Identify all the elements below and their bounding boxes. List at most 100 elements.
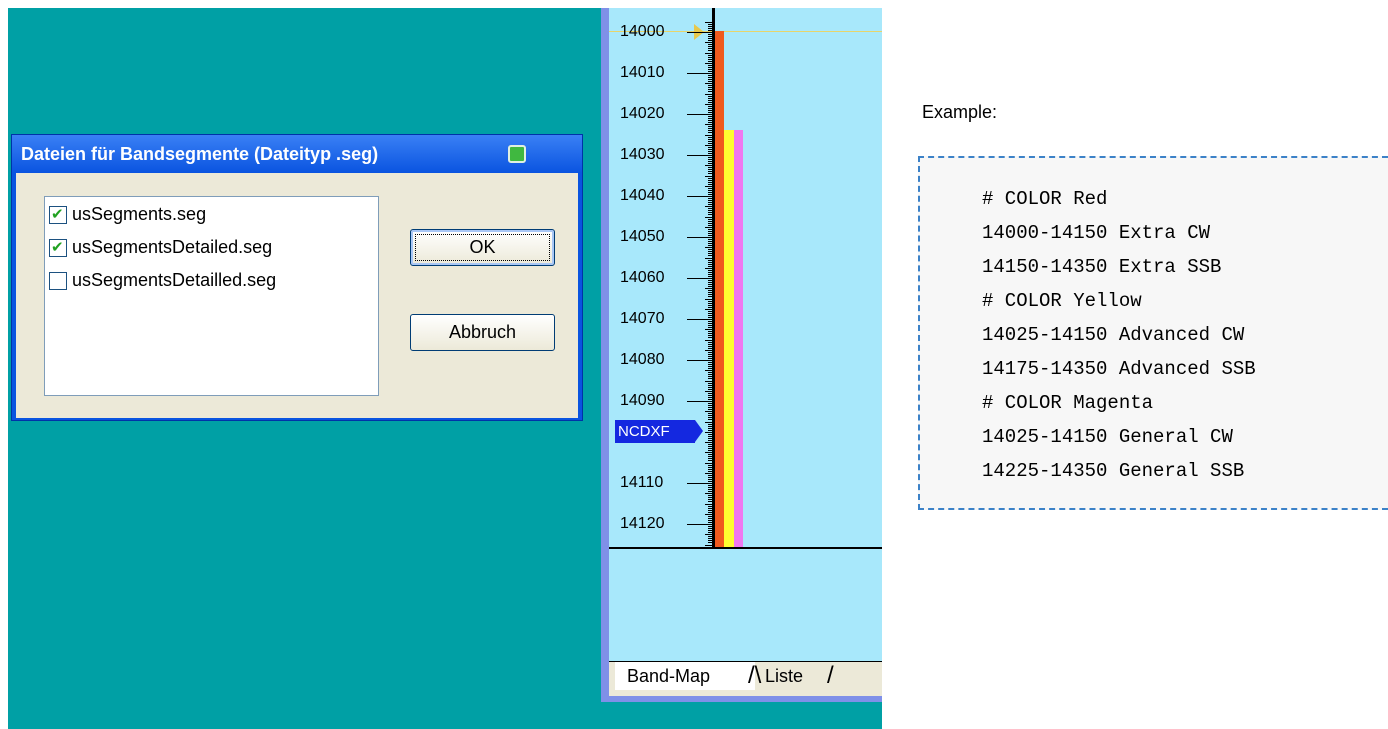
ruler-tick [705,391,712,392]
file-name: usSegmentsDetailed.seg [72,237,273,257]
ok-button[interactable]: OK [410,229,555,266]
spot-ncdxf[interactable]: NCDXF [615,420,703,443]
ruler-tick [705,463,712,464]
file-checkbox[interactable] [49,238,67,257]
ruler-tick [705,83,712,84]
ruler-tick [705,340,712,341]
code-line: 14025-14150 Advanced CW [982,324,1245,346]
ruler-tick [705,186,712,187]
spot-pointer-icon [695,420,703,442]
ruler-tick [705,114,712,115]
code-line: # COLOR Red [982,188,1108,210]
code-line: 14150-14350 Extra SSB [982,256,1222,278]
ruler-tick [705,22,712,23]
ruler-tick [705,534,712,535]
ruler-tick [705,217,712,218]
ruler-tick [705,309,712,310]
code-line: 14025-14150 General CW [982,426,1233,448]
ruler-tick [705,227,712,228]
frequency-label-dash [687,155,705,156]
example-code-box: # COLOR Red 14000-14150 Extra CW 14150-1… [918,156,1388,510]
tab-band-map[interactable]: Band-Map [615,662,755,690]
list-item[interactable]: usSegmentsDetailed.seg [49,236,369,262]
ruler-tick [705,32,712,33]
ruler-tick [705,145,712,146]
ruler-tick [705,452,712,453]
ruler-tick [705,176,712,177]
ruler-tick [705,73,712,74]
cancel-button[interactable]: Abbruch [410,314,555,351]
frequency-label-dash [687,278,705,279]
ruler-tick [705,442,712,443]
code-line: # COLOR Yellow [982,290,1142,312]
code-line: 14000-14150 Extra CW [982,222,1211,244]
ruler-tick [705,370,712,371]
ruler-tick [705,94,712,95]
tab-separator-icon: / [827,662,834,689]
segment-bar-red [715,31,724,547]
ruler-tick [705,329,712,330]
segment-bar-yellow [724,130,734,547]
ruler-tick [705,53,712,54]
code-line: 14225-14350 General SSB [982,460,1245,482]
ruler-tick [705,504,712,505]
file-checkbox[interactable] [49,205,67,224]
code-line: 14175-14350 Advanced SSB [982,358,1256,380]
file-name: usSegments.seg [72,204,207,224]
ruler-tick [705,411,712,412]
frequency-label-dash [687,32,705,33]
dialog-title: Dateien für Bandsegmente (Dateityp .seg) [21,144,379,164]
ruler-tick [705,299,712,300]
ruler-tick [705,42,712,43]
bandmap-lower-pane [609,549,882,661]
frequency-label-dash [687,360,705,361]
list-item[interactable]: usSegments.seg [49,203,369,229]
frequency-label-dash [687,114,705,115]
ruler-tick [705,135,712,136]
ruler-tick [705,524,712,525]
bandmap-canvas[interactable]: 14000 14010 14020 14030 14040 14050 14060 14070… [609,8,882,547]
ruler-tick [705,381,712,382]
ruler-tick [705,237,712,238]
ruler-tick [705,360,712,361]
dialog-titlebar[interactable]: Dateien für Bandsegmente (Dateityp .seg) [12,135,582,173]
file-checkbox[interactable] [49,272,67,290]
ruler-tick [705,278,712,279]
dialog-body: usSegments.seg usSegmentsDetailed.seg us… [16,173,578,418]
ruler-tick [705,206,712,207]
ruler-tick [705,350,712,351]
frequency-label-dash [687,237,705,238]
ruler-tick [705,155,712,156]
app-icon[interactable] [508,145,526,163]
ruler-tick [705,124,712,125]
list-item[interactable]: usSegmentsDetailled.seg [49,269,369,295]
ruler-tick [705,493,712,494]
ruler-tick [705,473,712,474]
ruler-tick [705,483,712,484]
ruler-tick [705,196,712,197]
ruler-tick [705,432,712,433]
frequency-label-dash [687,73,705,74]
ruler-tick [705,165,712,166]
frequency-label-dash [687,196,705,197]
ruler-tick [705,247,712,248]
frequency-label-dash [687,401,705,402]
frequency-label-dash [687,483,705,484]
ruler-tick [705,514,712,515]
frequency-label-dash [687,524,705,525]
tab-strip: \ Band-Map /\ Liste / [609,661,882,696]
ruler-tick [705,258,712,259]
frequency-label-dash [687,319,705,320]
example-heading: Example: [922,102,998,122]
file-name: usSegmentsDetailled.seg [72,270,277,290]
ruler-tick [705,545,712,546]
ruler-tick [705,288,712,289]
spot-label: NCDXF [615,420,695,443]
file-listbox[interactable]: usSegments.seg usSegmentsDetailed.seg us… [44,196,379,396]
segment-bar-magenta [734,130,743,547]
ruler-tick [705,422,712,423]
frequency-ruler [712,8,715,547]
segment-files-dialog: Dateien für Bandsegmente (Dateityp .seg)… [11,134,583,421]
ruler-tick [705,401,712,402]
ruler-tick [705,319,712,320]
